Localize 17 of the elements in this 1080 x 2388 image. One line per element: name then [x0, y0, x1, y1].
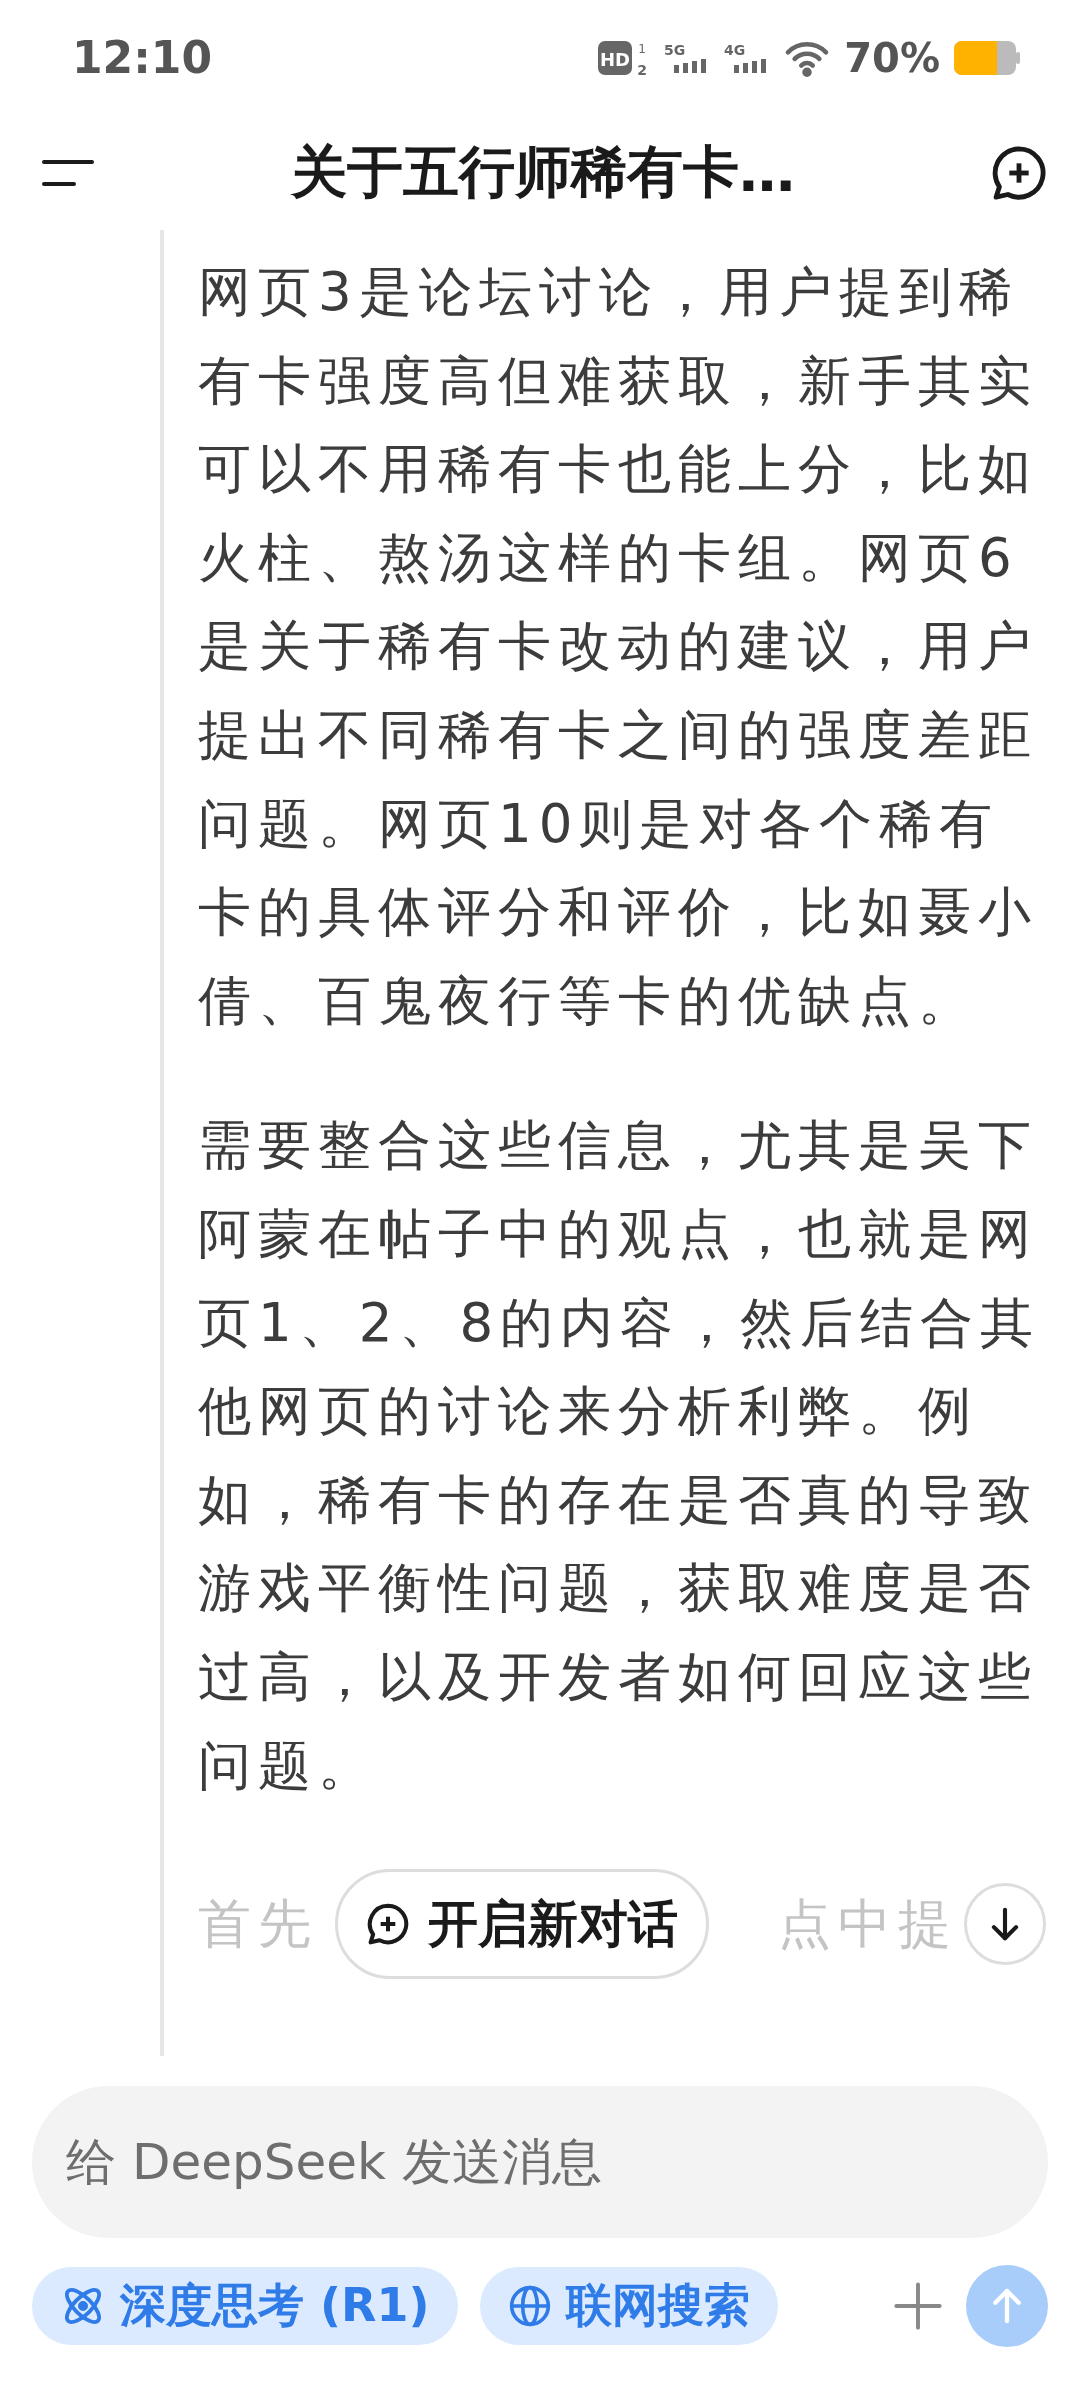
faded-text: 点中提: [778, 1892, 958, 1957]
chat-plus-icon: [366, 1902, 410, 1947]
think-toggle[interactable]: 深度思考 (R1): [32, 2267, 458, 2345]
globe-icon: [507, 2284, 552, 2328]
status-time: 12:10: [72, 32, 213, 83]
reasoning-paragraph: 需要整合这些信息，尤其是吴下阿蒙在帖子中的观点，也就是网页1、2、8的内容，然后结合其他网页的讨论来分析利弊。例如，稀有卡的存在是否真的导致游戏平衡性问题，获取难度是否过高，以及开发者如何回应这些问题。: [198, 1113, 1042, 1798]
battery-icon: [954, 40, 1020, 75]
menu-icon[interactable]: [40, 157, 96, 188]
plus-icon[interactable]: [892, 2280, 944, 2332]
chat-title: 关于五行师稀有卡…: [291, 137, 795, 206]
new-chat-icon[interactable]: [990, 143, 1048, 202]
reasoning-paragraph: 网页3是论坛讨论，用户提到稀有卡强度高但难获取，新手其实可以不用稀有卡也能上分，比如火柱、熬汤这样的卡组。网页6是关于稀有卡改动的建议，用户提出不同稀有卡之间的强度差距问题。网页10则是对各个稀有卡的具体评分和评价，比如聂小倩、百鬼夜行等卡的优缺点。: [198, 260, 1039, 1033]
message-input[interactable]: 给 DeepSeek 发送消息: [32, 2086, 1048, 2238]
battery-percent: 70%: [844, 34, 940, 81]
new-chat-button[interactable]: 开启新对话: [335, 1869, 709, 1980]
faded-text: 首先: [198, 1892, 318, 1957]
search-toggle[interactable]: 联网搜索: [479, 2267, 778, 2345]
